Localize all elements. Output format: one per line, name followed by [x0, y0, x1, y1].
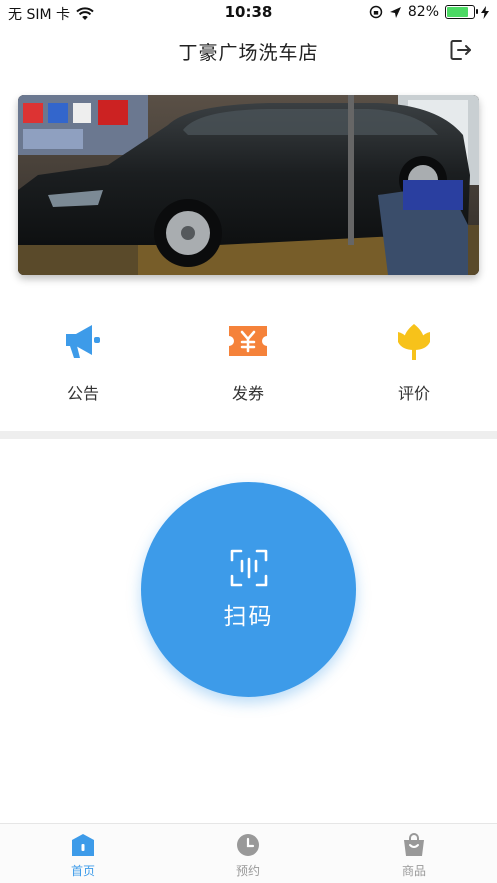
battery-icon	[445, 5, 478, 19]
home-icon	[72, 834, 94, 856]
tab-products[interactable]: 商品	[364, 832, 464, 879]
logout-icon[interactable]	[447, 36, 475, 64]
status-bar: 无 SIM 卡 10:38 82%	[0, 0, 497, 26]
coupon-icon	[229, 326, 267, 356]
nav-bar: 丁豪广场洗车店	[0, 28, 497, 74]
tab-reservation[interactable]: 预约	[198, 832, 298, 879]
action-label: 评价	[397, 384, 430, 403]
action-announcement[interactable]: 公告	[23, 318, 143, 413]
battery-level	[447, 7, 468, 17]
bag-icon	[404, 833, 424, 856]
tab-home[interactable]: 首页	[33, 832, 133, 879]
orientation-lock-icon	[369, 5, 383, 19]
scan-icon	[230, 549, 267, 586]
tab-label: 预约	[235, 864, 260, 878]
megaphone-icon	[66, 325, 100, 358]
tab-label: 商品	[401, 864, 426, 878]
tab-bar: 首页 预约 商品	[0, 823, 497, 883]
location-icon	[389, 6, 401, 18]
section-divider	[0, 431, 497, 439]
banner-image[interactable]	[18, 95, 479, 275]
flower-icon	[398, 324, 430, 360]
tab-label: 首页	[70, 864, 95, 878]
scan-button[interactable]: 扫码	[141, 482, 356, 697]
scan-label: 扫码	[223, 603, 274, 630]
battery-percent: 82%	[407, 4, 439, 20]
app-screen: 无 SIM 卡 10:38 82% 丁豪广场洗车店 公告 发券 评价 扫码 首页…	[0, 0, 497, 883]
action-label: 发券	[231, 384, 264, 403]
charging-icon	[481, 5, 489, 19]
quick-actions: 公告 发券 评价	[0, 318, 497, 418]
action-review[interactable]: 评价	[354, 318, 474, 413]
action-label: 公告	[66, 384, 99, 403]
page-title: 丁豪广场洗车店	[178, 42, 319, 64]
clock-icon	[237, 834, 259, 856]
action-coupon[interactable]: 发券	[188, 318, 308, 413]
car-wash-photo	[18, 95, 479, 275]
